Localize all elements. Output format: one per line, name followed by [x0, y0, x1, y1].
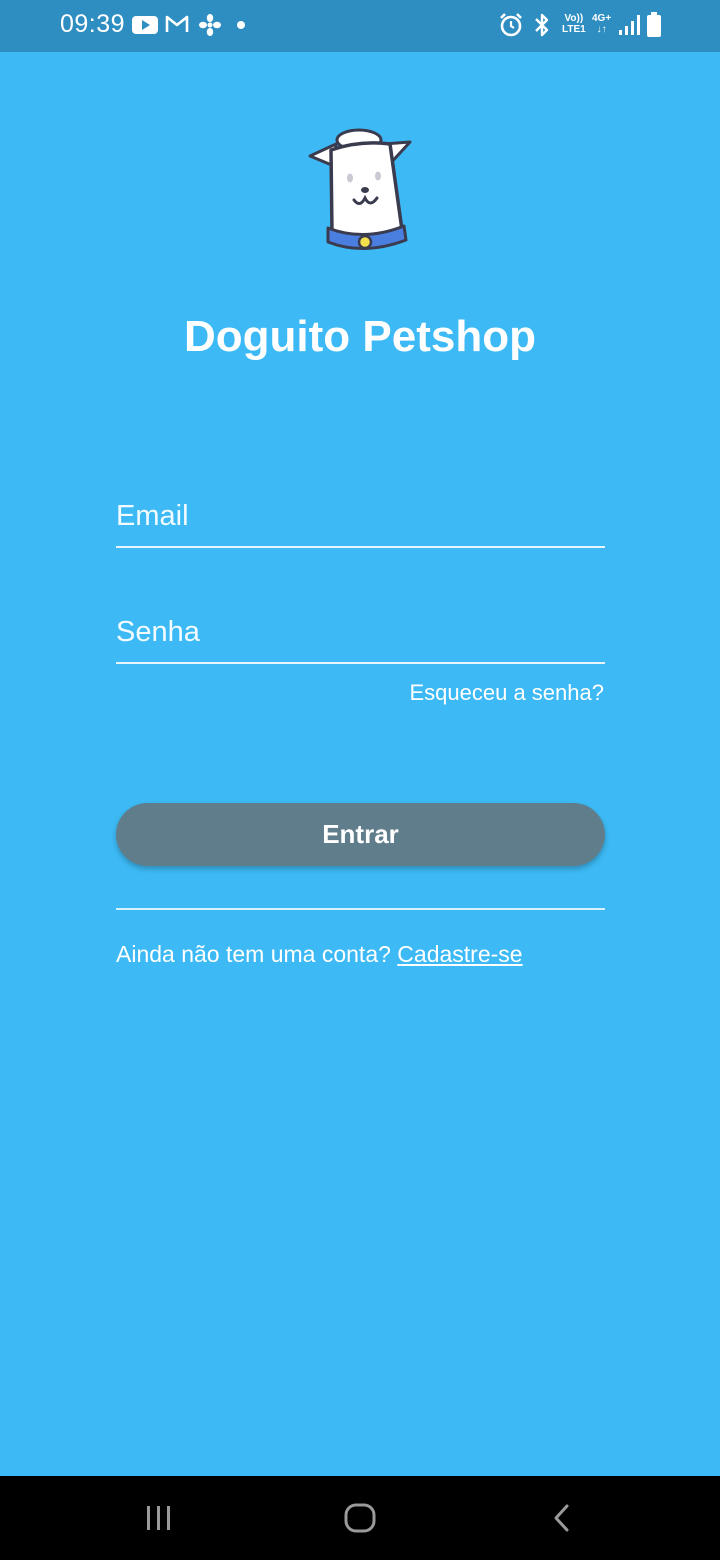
alarm-icon — [500, 13, 522, 37]
navigation-bar — [0, 1476, 720, 1560]
bluetooth-icon — [535, 13, 549, 37]
battery-icon — [647, 12, 661, 37]
youtube-icon — [132, 16, 158, 34]
network-indicator: 4G+ ↓↑ — [592, 13, 611, 35]
signup-link[interactable]: Cadastre-se — [397, 941, 522, 967]
recents-icon — [147, 1506, 170, 1530]
home-icon — [344, 1503, 376, 1533]
gmail-icon — [165, 15, 189, 32]
login-button[interactable]: Entrar — [116, 803, 605, 866]
password-field[interactable] — [116, 602, 605, 664]
status-time: 09:39 — [60, 10, 126, 38]
network-arrows: ↓↑ — [596, 24, 607, 35]
divider — [116, 908, 605, 910]
email-input[interactable] — [116, 486, 605, 546]
home-button[interactable] — [335, 1496, 385, 1540]
email-field[interactable] — [116, 486, 605, 548]
volte-indicator: Vo)) LTE1 — [562, 13, 586, 35]
volte-line1: Vo)) — [564, 13, 584, 24]
back-icon — [554, 1504, 569, 1532]
password-input[interactable] — [116, 602, 605, 662]
fan-icon — [199, 14, 221, 36]
signup-row: Ainda não tem uma conta? Cadastre-se — [116, 941, 523, 968]
dot-icon — [237, 21, 245, 29]
recents-button[interactable] — [134, 1496, 184, 1540]
signal-icon — [619, 15, 640, 35]
forgot-password-link[interactable]: Esqueceu a senha? — [410, 680, 605, 706]
volte-line2: LTE1 — [562, 24, 586, 35]
back-button[interactable] — [537, 1496, 587, 1540]
signup-prompt: Ainda não tem uma conta? — [116, 941, 391, 967]
network-type: 4G+ — [592, 13, 612, 24]
status-bar: 09:39 Vo)) LTE1 4G+ ↓↑ — [0, 0, 720, 52]
app-title: Doguito Petshop — [184, 312, 536, 361]
login-screen: 09:39 Vo)) LTE1 4G+ ↓↑ Doguito Petshop E… — [0, 0, 720, 1560]
dog-logo — [308, 128, 412, 250]
